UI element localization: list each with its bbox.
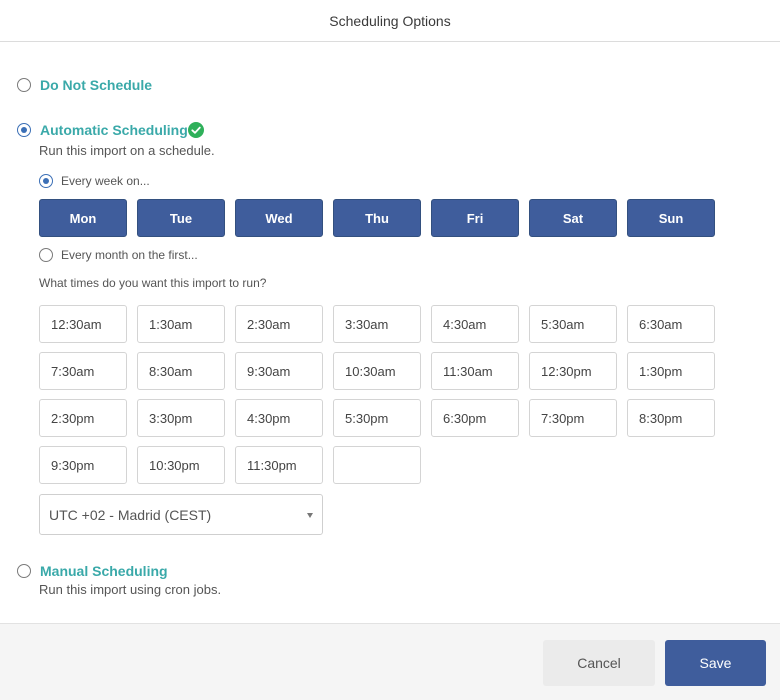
time-button-8-30am[interactable]: 8:30am <box>137 352 225 390</box>
time-button-9-30pm[interactable]: 9:30pm <box>39 446 127 484</box>
time-button-11-30pm[interactable]: 11:30pm <box>235 446 323 484</box>
time-button-5-30pm[interactable]: 5:30pm <box>333 399 421 437</box>
time-button-8-30pm[interactable]: 8:30pm <box>627 399 715 437</box>
automatic-scheduling-description: Run this import on a schedule. <box>39 143 215 158</box>
do-not-schedule-label[interactable]: Do Not Schedule <box>40 77 152 93</box>
save-button[interactable]: Save <box>665 640 766 686</box>
every-month-label[interactable]: Every month on the first... <box>61 248 198 262</box>
manual-scheduling-radio[interactable] <box>17 564 31 578</box>
time-button-9-30am[interactable]: 9:30am <box>235 352 323 390</box>
day-button-tue[interactable]: Tue <box>137 199 225 237</box>
times-prompt: What times do you want this import to ru… <box>39 276 267 290</box>
day-button-mon[interactable]: Mon <box>39 199 127 237</box>
cancel-button[interactable]: Cancel <box>543 640 655 686</box>
time-button-7-30pm[interactable]: 7:30pm <box>529 399 617 437</box>
scheduling-dialog: Scheduling Options Do Not Schedule Autom… <box>0 0 780 700</box>
time-button-11-30am[interactable]: 11:30am <box>431 352 519 390</box>
time-button-2-30am[interactable]: 2:30am <box>235 305 323 343</box>
time-button-10-30pm[interactable]: 10:30pm <box>137 446 225 484</box>
time-button-1-30pm[interactable]: 1:30pm <box>627 352 715 390</box>
check-circle-icon <box>188 122 204 138</box>
manual-scheduling-description: Run this import using cron jobs. <box>39 582 222 597</box>
timezone-value: UTC +02 - Madrid (CEST) <box>49 506 212 523</box>
dialog-title: Scheduling Options <box>329 12 451 29</box>
day-button-sun[interactable]: Sun <box>627 199 715 237</box>
time-button-2-30pm[interactable]: 2:30pm <box>39 399 127 437</box>
day-button-wed[interactable]: Wed <box>235 199 323 237</box>
time-button-12-30am[interactable]: 12:30am <box>39 305 127 343</box>
do-not-schedule-radio[interactable] <box>17 78 31 92</box>
dialog-header: Scheduling Options <box>0 0 780 42</box>
time-button-3-30am[interactable]: 3:30am <box>333 305 421 343</box>
manual-scheduling-label[interactable]: Manual Scheduling <box>40 563 168 579</box>
day-button-thu[interactable]: Thu <box>333 199 421 237</box>
time-button-3-30pm[interactable]: 3:30pm <box>137 399 225 437</box>
timezone-select[interactable]: UTC +02 - Madrid (CEST) <box>39 494 323 535</box>
every-week-label[interactable]: Every week on... <box>61 174 150 188</box>
time-button-4-30am[interactable]: 4:30am <box>431 305 519 343</box>
day-button-sat[interactable]: Sat <box>529 199 617 237</box>
automatic-scheduling-radio[interactable] <box>17 123 31 137</box>
time-button-empty[interactable] <box>333 446 421 484</box>
chevron-down-icon <box>307 513 313 518</box>
time-button-12-30pm[interactable]: 12:30pm <box>529 352 617 390</box>
day-button-fri[interactable]: Fri <box>431 199 519 237</box>
every-week-radio[interactable] <box>39 174 53 188</box>
time-button-1-30am[interactable]: 1:30am <box>137 305 225 343</box>
every-month-radio[interactable] <box>39 248 53 262</box>
time-button-6-30pm[interactable]: 6:30pm <box>431 399 519 437</box>
time-button-7-30am[interactable]: 7:30am <box>39 352 127 390</box>
dialog-footer: Cancel Save <box>0 623 780 700</box>
automatic-scheduling-label[interactable]: Automatic Scheduling <box>40 122 188 138</box>
time-button-5-30am[interactable]: 5:30am <box>529 305 617 343</box>
time-button-6-30am[interactable]: 6:30am <box>627 305 715 343</box>
time-button-4-30pm[interactable]: 4:30pm <box>235 399 323 437</box>
time-button-10-30am[interactable]: 10:30am <box>333 352 421 390</box>
